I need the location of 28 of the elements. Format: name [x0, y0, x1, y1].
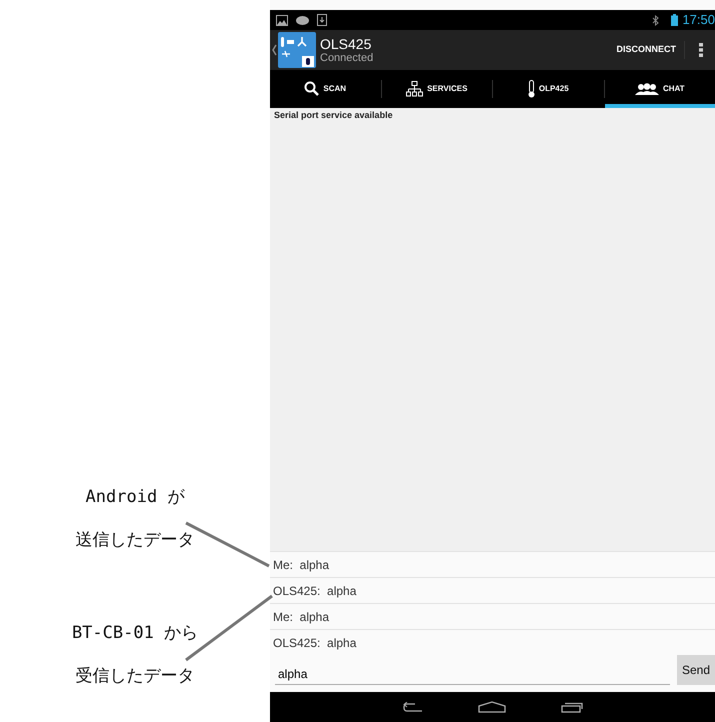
picture-icon [276, 14, 288, 26]
message-input[interactable]: alpha [275, 663, 670, 685]
tab[interactable]: OLP425 [493, 70, 604, 108]
connection-status: Connected [320, 52, 374, 64]
status-message: Serial port service available [270, 108, 715, 124]
app-title: OLS425 [320, 36, 372, 52]
home-icon[interactable] [478, 701, 506, 713]
annotation-text: 受信したデータ [76, 665, 194, 688]
clock-text: 17:50 [682, 11, 715, 30]
recent-apps-icon[interactable] [560, 702, 582, 712]
network-tree-icon [406, 80, 424, 96]
battery-icon [671, 14, 678, 26]
bluetooth-icon [652, 14, 660, 26]
tab[interactable]: SERVICES [382, 70, 492, 108]
download-icon [317, 14, 327, 26]
annotation-text: 送信したデータ [76, 529, 194, 552]
thermometer-icon [528, 80, 535, 98]
back-caret-icon[interactable] [272, 44, 277, 56]
back-icon[interactable] [402, 702, 422, 712]
send-button[interactable]: Send [677, 655, 715, 685]
overflow-menu-icon[interactable] [699, 43, 703, 57]
people-icon [634, 82, 659, 94]
tab[interactable]: SCAN [270, 70, 380, 108]
annotation-text: Android が [86, 486, 184, 509]
app-logo-icon[interactable] [278, 32, 316, 68]
search-icon [304, 81, 320, 96]
annotation-text: BT-CB-01 から [72, 622, 198, 645]
disconnect-button[interactable]: DISCONNECT [608, 30, 684, 70]
